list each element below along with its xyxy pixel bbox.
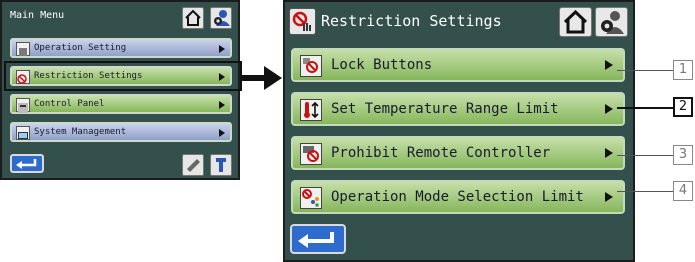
menu-item-label: Lock Buttons bbox=[331, 57, 433, 73]
menu-item-label: Control Panel bbox=[34, 99, 105, 109]
callout-line-4 bbox=[617, 191, 673, 192]
home-icon[interactable] bbox=[559, 7, 592, 37]
menu-item-prohibit-remote-controller[interactable]: Prohibit Remote Controller bbox=[291, 136, 625, 170]
control-panel-icon bbox=[16, 98, 30, 113]
menu-item-label: Operation Setting bbox=[34, 43, 127, 53]
chevron-right-icon bbox=[605, 192, 613, 202]
transition-arrow-icon bbox=[240, 66, 282, 90]
main-menu-header: Main Menu bbox=[2, 2, 238, 32]
restriction-icon bbox=[289, 8, 316, 35]
restriction-settings-panel: Restriction Settings Lock Buttons Set Te… bbox=[283, 0, 635, 262]
menu-item-label: Prohibit Remote Controller bbox=[331, 145, 551, 161]
chevron-right-icon bbox=[605, 148, 613, 158]
page-title: Restriction Settings bbox=[321, 12, 502, 30]
cleaning-icon[interactable] bbox=[182, 154, 204, 176]
main-menu-footer bbox=[2, 150, 238, 178]
menu-item-label: Operation Mode Selection Limit bbox=[331, 189, 584, 205]
back-button[interactable] bbox=[10, 154, 44, 173]
callout-line-2 bbox=[617, 107, 673, 109]
chevron-right-icon bbox=[219, 129, 225, 137]
menu-item-set-temperature-range-limit[interactable]: Set Temperature Range Limit bbox=[291, 92, 625, 126]
menu-item-operation-setting[interactable]: Operation Setting bbox=[10, 38, 232, 58]
callout-label-4: 4 bbox=[673, 181, 693, 201]
callout-label-2: 2 bbox=[673, 97, 693, 117]
chevron-right-icon bbox=[605, 104, 613, 114]
menu-item-system-management[interactable]: System Management bbox=[10, 122, 232, 142]
user-settings-icon[interactable] bbox=[210, 7, 232, 29]
menu-item-control-panel[interactable]: Control Panel bbox=[10, 94, 232, 114]
main-menu-panel: Main Menu Operation Setting Restriction … bbox=[0, 0, 242, 180]
back-button[interactable] bbox=[290, 224, 346, 254]
callout-label-3: 3 bbox=[673, 145, 693, 165]
system-management-icon bbox=[16, 126, 30, 140]
prohibit-remote-icon bbox=[300, 143, 322, 165]
thermometer-icon bbox=[300, 99, 322, 121]
chevron-right-icon bbox=[219, 101, 225, 109]
lock-buttons-icon bbox=[300, 55, 322, 77]
home-icon[interactable] bbox=[182, 7, 204, 29]
callout-label-1: 1 bbox=[673, 60, 693, 80]
operation-setting-icon bbox=[16, 42, 30, 56]
mode-limit-icon bbox=[300, 187, 322, 209]
selection-highlight bbox=[4, 61, 242, 91]
menu-item-operation-mode-selection-limit[interactable]: Operation Mode Selection Limit bbox=[291, 180, 625, 214]
menu-item-label: System Management bbox=[34, 127, 127, 137]
callout-line-1 bbox=[617, 70, 673, 71]
chevron-right-icon bbox=[605, 60, 613, 70]
main-menu-title: Main Menu bbox=[10, 10, 65, 21]
chevron-right-icon bbox=[219, 45, 225, 53]
menu-item-label: Set Temperature Range Limit bbox=[331, 101, 559, 117]
callout-line-3 bbox=[617, 155, 673, 156]
user-settings-icon[interactable] bbox=[595, 7, 628, 37]
wrench-icon[interactable] bbox=[210, 154, 232, 176]
menu-item-lock-buttons[interactable]: Lock Buttons bbox=[291, 48, 625, 82]
